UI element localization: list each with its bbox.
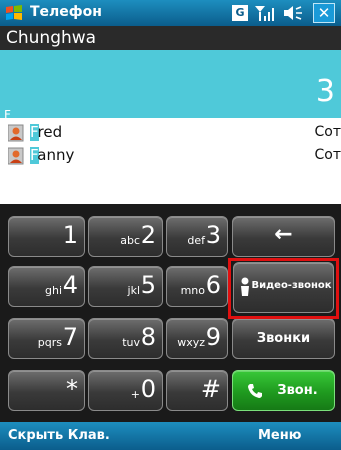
key-hash[interactable]: # <box>166 370 228 411</box>
contact-name: Fred <box>30 123 63 141</box>
contact-name: Fanny <box>30 146 75 164</box>
key-3[interactable]: def 3 <box>166 216 228 257</box>
key-0[interactable]: +0 <box>88 370 163 411</box>
contact-list: Fred Сот Fanny Сот <box>0 118 341 204</box>
key-5[interactable]: jkl 5 <box>88 266 163 307</box>
contact-card-icon <box>8 147 24 165</box>
key-1[interactable]: 1 <box>8 216 85 257</box>
call-log-button[interactable]: Звонки <box>232 318 335 359</box>
contact-item[interactable]: Fred Сот <box>0 122 341 144</box>
app-title: Телефон <box>30 4 102 20</box>
contact-item[interactable]: Fanny Сот <box>0 145 341 167</box>
signal-icon[interactable] <box>254 4 276 22</box>
volume-icon[interactable] <box>282 4 304 22</box>
key-7[interactable]: pqrs 7 <box>8 318 85 359</box>
key-8[interactable]: tuv 8 <box>88 318 163 359</box>
dialed-number: 3 <box>315 74 335 109</box>
dial-button[interactable]: Звон. <box>232 370 335 411</box>
key-9[interactable]: wxyz 9 <box>166 318 228 359</box>
gprs-icon[interactable]: G <box>232 5 248 21</box>
softkey-bar: Скрыть Клав. Меню <box>0 422 341 450</box>
contact-phone-type: Сот <box>314 147 341 163</box>
title-bar: Телефон G ✕ <box>0 0 341 26</box>
operator-name: Chunghwa <box>0 26 341 50</box>
key-6[interactable]: mno 6 <box>166 266 228 307</box>
contact-phone-type: Сот <box>314 124 341 140</box>
backspace-button[interactable]: ← <box>232 216 335 257</box>
contact-card-icon <box>8 124 24 142</box>
dial-display: 3 F <box>0 50 341 122</box>
menu-softkey[interactable]: Меню <box>258 428 301 443</box>
windows-logo-icon[interactable] <box>4 3 24 23</box>
backspace-icon: ← <box>274 222 293 247</box>
key-4[interactable]: ghi 4 <box>8 266 85 307</box>
key-star[interactable]: * <box>8 370 85 411</box>
video-call-highlight <box>228 258 339 319</box>
key-2[interactable]: abc 2 <box>88 216 163 257</box>
close-icon[interactable]: ✕ <box>313 3 335 23</box>
hide-keypad-softkey[interactable]: Скрыть Клав. <box>8 428 110 443</box>
